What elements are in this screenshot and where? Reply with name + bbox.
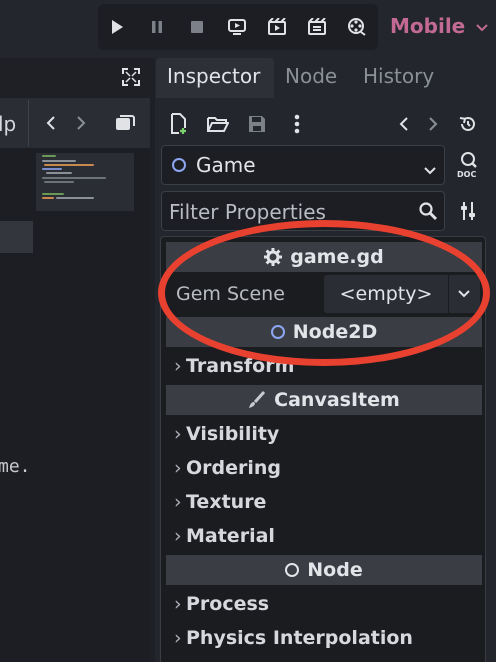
group-label: Visibility bbox=[186, 423, 280, 445]
help-menu[interactable]: lp bbox=[0, 112, 16, 136]
tab-inspector[interactable]: Inspector bbox=[167, 64, 260, 88]
remote-debug-icon[interactable] bbox=[227, 17, 247, 37]
section-canvasitem: CanvasItem bbox=[166, 385, 482, 415]
previous-object-icon[interactable] bbox=[395, 112, 413, 136]
group-label: Transform bbox=[186, 355, 295, 377]
stop-icon[interactable] bbox=[187, 17, 207, 37]
play-scene-icon[interactable] bbox=[267, 17, 287, 37]
code-minimap[interactable] bbox=[36, 153, 134, 211]
history-icon[interactable] bbox=[456, 112, 480, 136]
svg-text:DOC: DOC bbox=[457, 170, 476, 179]
gem-scene-label: Gem Scene bbox=[176, 283, 285, 305]
chevron-right-icon: › bbox=[174, 627, 182, 649]
load-resource-icon[interactable] bbox=[206, 112, 230, 136]
property-settings-icon[interactable] bbox=[456, 198, 480, 224]
new-resource-icon[interactable] bbox=[168, 112, 190, 136]
chevron-down-icon bbox=[424, 160, 436, 179]
group-label: Texture bbox=[186, 491, 267, 513]
script-section-label: game.gd bbox=[290, 246, 384, 268]
run-bar bbox=[98, 4, 378, 50]
filter-properties-placeholder: Filter Properties bbox=[169, 200, 326, 224]
node2d-section-label: Node2D bbox=[292, 321, 378, 343]
chevron-right-icon: › bbox=[174, 491, 182, 513]
section-script: game.gd bbox=[166, 242, 482, 272]
group-physics-interpolation[interactable]: › Physics Interpolation bbox=[174, 627, 413, 649]
distraction-free-icon[interactable] bbox=[120, 66, 142, 88]
node2d-icon bbox=[270, 325, 285, 339]
group-material[interactable]: › Material bbox=[174, 525, 275, 547]
canvasitem-section-label: CanvasItem bbox=[274, 389, 400, 411]
group-process[interactable]: › Process bbox=[174, 593, 269, 615]
gem-scene-picker[interactable]: <empty> bbox=[324, 275, 448, 313]
node2d-icon bbox=[172, 158, 186, 172]
movie-maker-icon[interactable] bbox=[347, 17, 367, 37]
group-ordering[interactable]: › Ordering bbox=[174, 457, 281, 479]
doc-icon[interactable]: DOC bbox=[454, 150, 482, 180]
chevron-down-icon bbox=[458, 290, 470, 298]
group-transform[interactable]: › Transform bbox=[174, 355, 294, 377]
more-options-icon[interactable] bbox=[288, 112, 306, 136]
brush-icon bbox=[249, 391, 266, 408]
forward-icon[interactable] bbox=[72, 112, 90, 134]
section-node2d: Node2D bbox=[166, 317, 482, 347]
pause-icon[interactable] bbox=[147, 17, 167, 37]
object-name: Game bbox=[196, 153, 256, 177]
node-icon bbox=[285, 563, 300, 577]
gem-scene-dropdown-button[interactable] bbox=[449, 275, 480, 313]
play-custom-scene-icon[interactable] bbox=[307, 17, 327, 37]
next-object-icon[interactable] bbox=[424, 112, 442, 136]
code-text: me. bbox=[0, 456, 31, 477]
object-selector[interactable]: Game bbox=[161, 145, 445, 185]
chevron-right-icon: › bbox=[174, 593, 182, 615]
tab-node[interactable]: Node bbox=[285, 64, 337, 88]
back-icon[interactable] bbox=[42, 112, 60, 134]
chevron-right-icon: › bbox=[174, 525, 182, 547]
renderer-dropdown[interactable]: Mobile bbox=[390, 14, 488, 38]
chevron-right-icon: › bbox=[174, 355, 182, 377]
separator bbox=[28, 100, 29, 146]
group-visibility[interactable]: › Visibility bbox=[174, 423, 279, 445]
toggle-scripts-panel-icon[interactable] bbox=[114, 112, 136, 134]
current-line-highlight bbox=[0, 221, 33, 253]
group-label: Ordering bbox=[186, 457, 282, 479]
save-resource-icon[interactable] bbox=[246, 112, 268, 136]
filter-properties-field[interactable]: Filter Properties bbox=[161, 191, 445, 231]
group-texture[interactable]: › Texture bbox=[174, 491, 266, 513]
chevron-right-icon: › bbox=[174, 423, 182, 445]
section-node: Node bbox=[166, 555, 482, 585]
gear-icon bbox=[264, 248, 283, 266]
search-icon bbox=[418, 201, 438, 225]
gem-scene-value: <empty> bbox=[339, 283, 433, 305]
tab-history[interactable]: History bbox=[363, 64, 434, 88]
group-label: Physics Interpolation bbox=[186, 627, 413, 649]
renderer-label: Mobile bbox=[390, 14, 466, 38]
play-icon[interactable] bbox=[107, 17, 127, 37]
group-label: Process bbox=[186, 593, 270, 615]
chevron-right-icon: › bbox=[174, 457, 182, 479]
group-label: Material bbox=[186, 525, 275, 547]
node-section-label: Node bbox=[307, 559, 363, 581]
